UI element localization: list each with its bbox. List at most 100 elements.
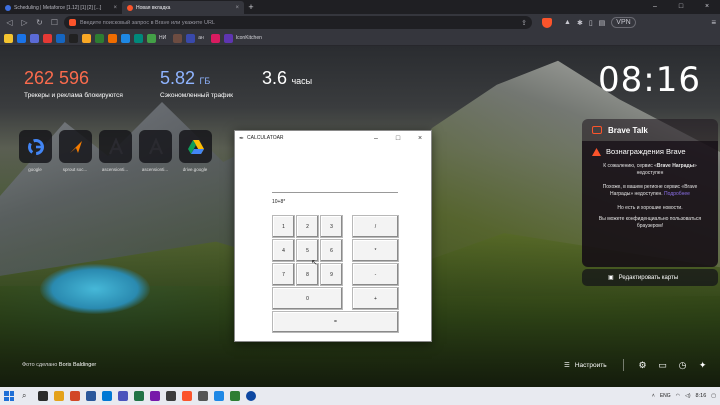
top-site-drive[interactable] xyxy=(179,130,212,163)
app-icon[interactable] xyxy=(198,391,208,401)
minimize-icon[interactable]: – xyxy=(642,0,668,14)
bookmark-icon[interactable] xyxy=(121,33,130,43)
bookmark-icon[interactable] xyxy=(108,33,117,43)
address-bar[interactable]: Введите поисковый запрос в Brave или ука… xyxy=(64,16,532,29)
bookmark-label[interactable]: НИ xyxy=(159,35,166,41)
key-6-button[interactable]: 6 xyxy=(320,239,343,262)
key-0-button[interactable]: 0 xyxy=(272,287,343,310)
bookmarks-icon[interactable]: ▭ xyxy=(656,358,670,372)
tab-close-icon[interactable]: × xyxy=(235,5,239,11)
key-subtract-button[interactable]: - xyxy=(352,263,399,286)
stat-time: 3.6 часы xyxy=(262,68,312,89)
bookmark-icon[interactable] xyxy=(134,33,143,43)
wifi-icon[interactable]: ◠ xyxy=(676,393,680,399)
key-divide-button[interactable]: / xyxy=(352,215,399,238)
bookmark-icon[interactable] xyxy=(43,33,52,43)
bookmark-icon[interactable] xyxy=(186,33,196,43)
sidebar-icon[interactable]: ▯ xyxy=(589,19,593,27)
bookmark-icon[interactable] xyxy=(210,33,220,43)
volume-icon[interactable]: ◁) xyxy=(685,393,691,399)
excel-icon[interactable] xyxy=(134,391,144,401)
customize-button[interactable]: ☰ Настроить xyxy=(564,361,607,370)
maximize-icon[interactable]: □ xyxy=(668,0,694,14)
top-site-sprout[interactable] xyxy=(59,130,92,163)
wallet-icon[interactable]: ▤ xyxy=(599,19,606,27)
key-2-button[interactable]: 2 xyxy=(296,215,319,238)
bookmark-icon[interactable] xyxy=(30,33,39,43)
terminal-icon[interactable] xyxy=(166,391,176,401)
bookmark-icon[interactable] xyxy=(95,33,104,43)
calculator-display[interactable]: 10+8* xyxy=(272,192,398,210)
bookmark-icon[interactable] xyxy=(56,33,65,43)
notifications-icon[interactable]: ▢ xyxy=(711,393,716,399)
search-icon[interactable]: ⌕ xyxy=(22,391,32,401)
key-9-button[interactable]: 9 xyxy=(320,263,343,286)
brave-icon[interactable] xyxy=(182,391,192,401)
stat-value: 5.82 xyxy=(160,68,196,88)
bookmark-label[interactable]: IconKitchen xyxy=(236,35,262,41)
rewards-region-text: Похоже, в вашем регионе сервис «Brave На… xyxy=(602,184,698,197)
edit-cards-button[interactable]: ▣ Редактировать карты xyxy=(582,269,718,286)
file-explorer-icon[interactable] xyxy=(54,391,64,401)
photo-author-link[interactable]: Boris Baldinger xyxy=(59,362,96,368)
bookmark-icon[interactable] xyxy=(69,33,78,43)
tab-close-icon[interactable]: × xyxy=(113,5,117,11)
outlook-icon[interactable] xyxy=(102,391,112,401)
calculator-titlebar[interactable]: ✒ CALCULATOAR – □ × xyxy=(235,131,431,145)
language-indicator[interactable]: ENG xyxy=(660,393,671,399)
app-icon[interactable] xyxy=(70,391,80,401)
key-4-button[interactable]: 4 xyxy=(272,239,295,262)
bookmark-icon[interactable] xyxy=(82,33,91,43)
brave-shields-icon[interactable] xyxy=(542,17,552,28)
share-icon[interactable]: ⇪ xyxy=(521,19,527,27)
word-icon[interactable] xyxy=(86,391,96,401)
bookmark-icon[interactable] xyxy=(173,33,183,43)
taskbar-clock[interactable]: 8:16 xyxy=(696,393,707,399)
top-site-google[interactable] xyxy=(19,130,52,163)
stat-trackers: 262 596 Трекеры и реклама блокируются xyxy=(24,68,123,99)
history-icon[interactable]: ◷ xyxy=(676,358,690,372)
maximize-icon[interactable]: □ xyxy=(387,135,409,142)
zoom-icon[interactable] xyxy=(246,391,256,401)
close-window-icon[interactable]: × xyxy=(694,0,720,14)
bottom-controls: ☰ Настроить ⚙ ▭ ◷ ✦ xyxy=(564,358,710,372)
bookmark-icon[interactable] xyxy=(147,33,156,43)
extensions-puzzle-icon[interactable]: ✱ xyxy=(577,19,583,27)
menu-icon[interactable]: ≡ xyxy=(711,18,716,27)
key-equals-button[interactable]: = xyxy=(272,311,399,333)
minimize-icon[interactable]: – xyxy=(365,135,387,142)
brave-talk-card[interactable]: Brave Talk xyxy=(582,119,718,141)
app-icon[interactable] xyxy=(230,391,240,401)
bookmark-icon[interactable] xyxy=(17,33,26,43)
task-view-icon[interactable] xyxy=(38,391,48,401)
close-icon[interactable]: × xyxy=(409,135,431,142)
leo-ai-icon[interactable]: ✦ xyxy=(696,358,710,372)
top-site-ascension-2[interactable] xyxy=(139,130,172,163)
teams-icon[interactable] xyxy=(118,391,128,401)
tab-new-tab[interactable]: Новая вкладка × xyxy=(122,1,244,14)
new-tab-button[interactable]: + xyxy=(244,1,258,14)
key-add-button[interactable]: + xyxy=(352,287,399,310)
chevron-up-icon[interactable]: ˄ xyxy=(652,393,655,399)
onenote-icon[interactable] xyxy=(150,391,160,401)
back-icon[interactable]: ◁ xyxy=(4,17,15,28)
key-7-button[interactable]: 7 xyxy=(272,263,295,286)
tab-scheduling[interactable]: Scheduling | Metaforce [1.12] [1] [2] [.… xyxy=(0,1,122,14)
bookmark-page-icon[interactable]: ☐ xyxy=(49,17,60,28)
key-multiply-button[interactable]: * xyxy=(352,239,399,262)
windows-start-icon[interactable] xyxy=(4,391,14,401)
address-placeholder: Введите поисковый запрос в Brave или ука… xyxy=(80,19,215,26)
bookmark-icon[interactable] xyxy=(223,33,233,43)
vpn-button[interactable]: VPN xyxy=(611,17,636,28)
learn-more-link[interactable]: Подробнее xyxy=(664,191,690,197)
app-icon[interactable] xyxy=(214,391,224,401)
settings-gear-icon[interactable]: ⚙ xyxy=(636,358,650,372)
bookmark-label[interactable]: ан xyxy=(198,35,204,41)
bookmark-icon[interactable] xyxy=(4,33,13,43)
reload-icon[interactable]: ↻ xyxy=(34,17,45,28)
key-1-button[interactable]: 1 xyxy=(272,215,295,238)
top-site-ascension-1[interactable] xyxy=(99,130,132,163)
key-3-button[interactable]: 3 xyxy=(320,215,343,238)
forward-icon[interactable]: ▷ xyxy=(19,17,30,28)
rewards-icon[interactable]: ▲ xyxy=(564,19,571,26)
